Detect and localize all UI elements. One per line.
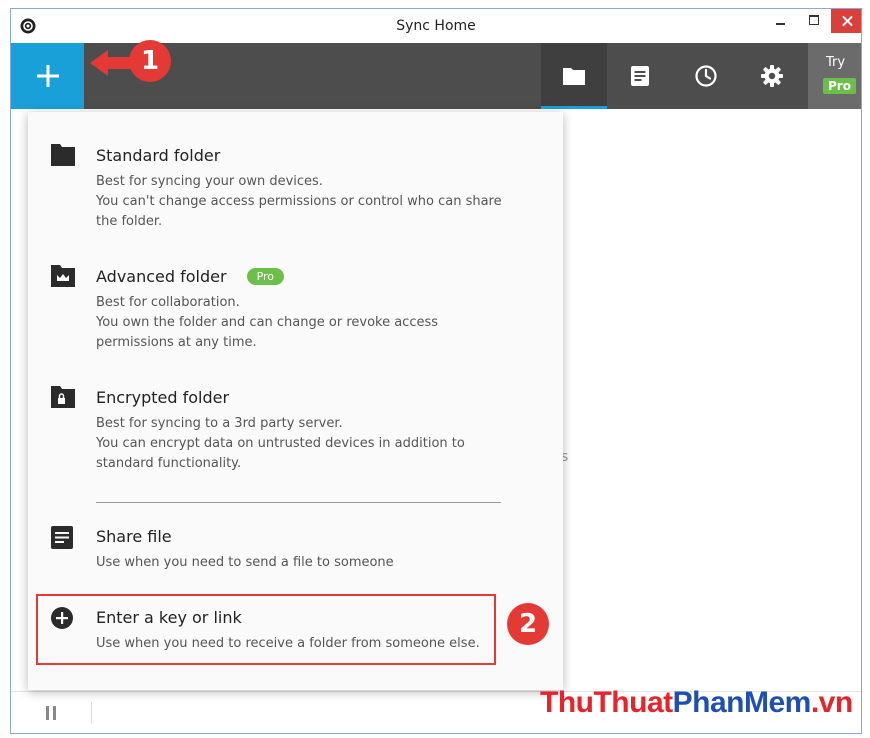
watermark-logo: ThuThuatPhanMem.vn — [540, 686, 853, 719]
folder-icon — [563, 68, 585, 85]
menu-item-title: Share file — [96, 527, 172, 546]
tab-settings[interactable] — [739, 43, 805, 109]
document-icon — [631, 66, 649, 86]
tab-transfers[interactable] — [673, 43, 739, 109]
status-divider — [91, 702, 92, 724]
menu-item-advanced-folder[interactable]: Advanced folder Pro Best for collaboratio… — [28, 263, 563, 358]
menu-item-description: Best for syncing to a 3rd party server. … — [96, 416, 465, 471]
annotation-highlight-box — [36, 594, 496, 665]
clock-icon — [695, 65, 717, 87]
plus-icon — [37, 65, 59, 87]
try-label: Try — [825, 55, 846, 70]
maximize-button[interactable] — [797, 9, 831, 33]
crown-folder-icon — [51, 265, 75, 287]
menu-item-description: Best for collaboration. You own the fold… — [96, 295, 439, 350]
menu-item-standard-folder[interactable]: Standard folder Best for syncing your ow… — [28, 142, 563, 237]
pro-badge: Pro — [823, 78, 856, 94]
annotation-step-1: 1 — [129, 40, 171, 82]
close-button[interactable] — [831, 9, 861, 33]
document-icon — [51, 526, 73, 549]
window-title: Sync Home — [396, 18, 476, 34]
add-button[interactable] — [11, 43, 84, 109]
annotation-step-2: 2 — [507, 603, 549, 645]
pause-icon[interactable] — [44, 706, 58, 720]
menu-item-description: Use when you need to send a file to some… — [96, 555, 394, 570]
gear-icon — [761, 65, 783, 87]
minimize-button[interactable] — [763, 9, 797, 33]
menu-item-description: Best for syncing your own devices. You c… — [96, 174, 502, 229]
menu-item-share-file[interactable]: Share file Use when you need to send a f… — [28, 523, 563, 583]
pro-badge: Pro — [246, 268, 285, 285]
lock-folder-icon — [51, 386, 75, 408]
add-menu-dropdown: Standard folder Best for syncing your ow… — [28, 112, 563, 690]
title-bar: Sync Home — [11, 9, 861, 43]
tab-history[interactable] — [607, 43, 673, 109]
menu-item-title: Encrypted folder — [96, 388, 230, 407]
menu-divider — [96, 502, 501, 503]
annotation-arrow-icon — [90, 50, 132, 76]
tab-folders[interactable] — [541, 43, 607, 109]
menu-item-encrypted-folder[interactable]: Encrypted folder Best for syncing to a 3… — [28, 384, 563, 479]
folder-icon — [51, 144, 75, 166]
menu-item-title: Standard folder — [96, 146, 221, 165]
menu-item-title: Advanced folder Pro — [96, 267, 285, 286]
try-pro-button[interactable]: Try Pro — [808, 43, 861, 109]
